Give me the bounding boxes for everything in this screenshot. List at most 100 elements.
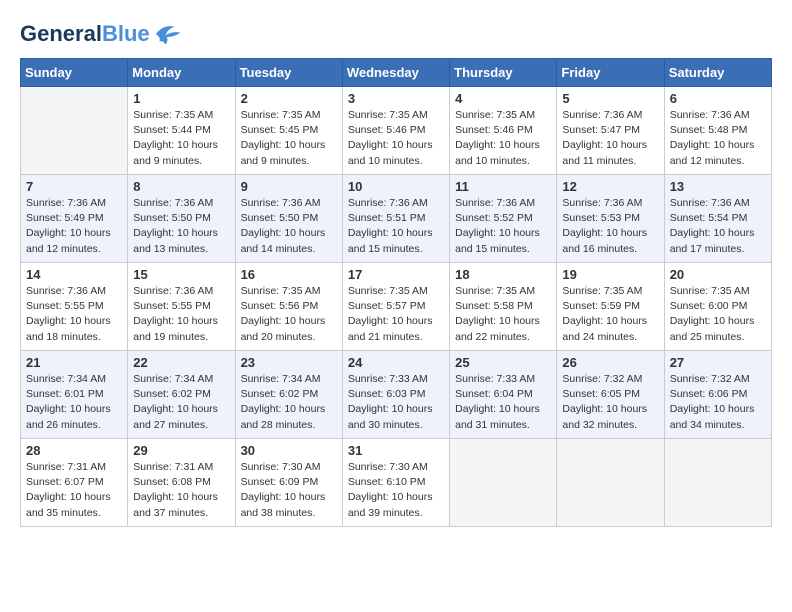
day-info: Sunrise: 7:36 AMSunset: 5:51 PMDaylight:…: [348, 196, 444, 257]
day-number: 28: [26, 443, 122, 458]
calendar-cell: 30Sunrise: 7:30 AMSunset: 6:09 PMDayligh…: [235, 439, 342, 527]
day-info: Sunrise: 7:30 AMSunset: 6:10 PMDaylight:…: [348, 460, 444, 521]
calendar-header: SundayMondayTuesdayWednesdayThursdayFrid…: [21, 59, 772, 87]
calendar-cell: 16 Sunrise: 7:35 AMSunset: 5:56 PMDayligh…: [235, 263, 342, 351]
logo-icon: [152, 20, 182, 48]
day-number: 18: [455, 267, 551, 282]
day-number: 15: [133, 267, 229, 282]
weekday-header: Wednesday: [342, 59, 449, 87]
weekday-header: Sunday: [21, 59, 128, 87]
calendar-cell: 22Sunrise: 7:34 AMSunset: 6:02 PMDayligh…: [128, 351, 235, 439]
day-info: Sunrise: 7:34 AMSunset: 6:02 PMDaylight:…: [241, 372, 337, 433]
day-number: 2: [241, 91, 337, 106]
calendar-week-row: 14 Sunrise: 7:36 AMSunset: 5:55 PMDayligh…: [21, 263, 772, 351]
weekday-header: Thursday: [450, 59, 557, 87]
calendar-cell: 2 Sunrise: 7:35 AMSunset: 5:45 PMDaylight…: [235, 87, 342, 175]
calendar-week-row: 21 Sunrise: 7:34 AMSunset: 6:01 PMDayligh…: [21, 351, 772, 439]
day-info: Sunrise: 7:36 AMSunset: 5:53 PMDaylight:…: [562, 196, 658, 257]
day-number: 24: [348, 355, 444, 370]
day-number: 12: [562, 179, 658, 194]
day-number: 9: [241, 179, 337, 194]
calendar-cell: 9 Sunrise: 7:36 AMSunset: 5:50 PMDaylight…: [235, 175, 342, 263]
day-info: Sunrise: 7:36 AMSunset: 5:55 PMDaylight:…: [26, 284, 122, 345]
calendar-cell: 24 Sunrise: 7:33 AMSunset: 6:03 PMDayligh…: [342, 351, 449, 439]
calendar-cell: 14 Sunrise: 7:36 AMSunset: 5:55 PMDayligh…: [21, 263, 128, 351]
day-number: 5: [562, 91, 658, 106]
day-number: 21: [26, 355, 122, 370]
day-info: Sunrise: 7:33 AMSunset: 6:04 PMDaylight:…: [455, 372, 551, 433]
calendar-cell: 21 Sunrise: 7:34 AMSunset: 6:01 PMDayligh…: [21, 351, 128, 439]
day-number: 16: [241, 267, 337, 282]
day-info: Sunrise: 7:36 AMSunset: 5:47 PMDaylight:…: [562, 108, 658, 169]
day-number: 27: [670, 355, 766, 370]
day-number: 17: [348, 267, 444, 282]
calendar-cell: 5 Sunrise: 7:36 AMSunset: 5:47 PMDaylight…: [557, 87, 664, 175]
day-info: Sunrise: 7:32 AMSunset: 6:06 PMDaylight:…: [670, 372, 766, 433]
logo-text: GeneralBlue: [20, 22, 150, 46]
calendar-cell: 7 Sunrise: 7:36 AMSunset: 5:49 PMDaylight…: [21, 175, 128, 263]
day-info: Sunrise: 7:36 AMSunset: 5:55 PMDaylight:…: [133, 284, 229, 345]
calendar-cell: [21, 87, 128, 175]
calendar-cell: 13Sunrise: 7:36 AMSunset: 5:54 PMDayligh…: [664, 175, 771, 263]
calendar-cell: 28Sunrise: 7:31 AMSunset: 6:07 PMDayligh…: [21, 439, 128, 527]
page-header: GeneralBlue: [20, 20, 772, 48]
day-info: Sunrise: 7:32 AMSunset: 6:05 PMDaylight:…: [562, 372, 658, 433]
calendar-cell: 10 Sunrise: 7:36 AMSunset: 5:51 PMDayligh…: [342, 175, 449, 263]
day-info: Sunrise: 7:35 AMSunset: 5:46 PMDaylight:…: [348, 108, 444, 169]
day-number: 26: [562, 355, 658, 370]
day-info: Sunrise: 7:35 AMSunset: 5:46 PMDaylight:…: [455, 108, 551, 169]
calendar-week-row: 28Sunrise: 7:31 AMSunset: 6:07 PMDayligh…: [21, 439, 772, 527]
weekday-header: Friday: [557, 59, 664, 87]
calendar-cell: 3Sunrise: 7:35 AMSunset: 5:46 PMDaylight…: [342, 87, 449, 175]
calendar-table: SundayMondayTuesdayWednesdayThursdayFrid…: [20, 58, 772, 527]
calendar-cell: 11 Sunrise: 7:36 AMSunset: 5:52 PMDayligh…: [450, 175, 557, 263]
calendar-cell: 31Sunrise: 7:30 AMSunset: 6:10 PMDayligh…: [342, 439, 449, 527]
calendar-cell: 8Sunrise: 7:36 AMSunset: 5:50 PMDaylight…: [128, 175, 235, 263]
day-number: 10: [348, 179, 444, 194]
calendar-cell: 23 Sunrise: 7:34 AMSunset: 6:02 PMDayligh…: [235, 351, 342, 439]
day-number: 29: [133, 443, 229, 458]
calendar-cell: 19 Sunrise: 7:35 AMSunset: 5:59 PMDayligh…: [557, 263, 664, 351]
day-info: Sunrise: 7:35 AMSunset: 5:59 PMDaylight:…: [562, 284, 658, 345]
day-info: Sunrise: 7:36 AMSunset: 5:52 PMDaylight:…: [455, 196, 551, 257]
calendar-cell: 12 Sunrise: 7:36 AMSunset: 5:53 PMDayligh…: [557, 175, 664, 263]
calendar-cell: [450, 439, 557, 527]
calendar-cell: 17 Sunrise: 7:35 AMSunset: 5:57 PMDayligh…: [342, 263, 449, 351]
day-number: 14: [26, 267, 122, 282]
calendar-cell: 18Sunrise: 7:35 AMSunset: 5:58 PMDayligh…: [450, 263, 557, 351]
logo: GeneralBlue: [20, 20, 182, 48]
day-info: Sunrise: 7:31 AMSunset: 6:08 PMDaylight:…: [133, 460, 229, 521]
day-number: 1: [133, 91, 229, 106]
day-number: 30: [241, 443, 337, 458]
calendar-cell: 20 Sunrise: 7:35 AMSunset: 6:00 PMDayligh…: [664, 263, 771, 351]
day-info: Sunrise: 7:35 AMSunset: 5:45 PMDaylight:…: [241, 108, 337, 169]
calendar-week-row: 7 Sunrise: 7:36 AMSunset: 5:49 PMDaylight…: [21, 175, 772, 263]
calendar-cell: 25Sunrise: 7:33 AMSunset: 6:04 PMDayligh…: [450, 351, 557, 439]
day-info: Sunrise: 7:35 AMSunset: 5:56 PMDaylight:…: [241, 284, 337, 345]
day-number: 6: [670, 91, 766, 106]
day-info: Sunrise: 7:33 AMSunset: 6:03 PMDaylight:…: [348, 372, 444, 433]
day-number: 20: [670, 267, 766, 282]
day-info: Sunrise: 7:36 AMSunset: 5:49 PMDaylight:…: [26, 196, 122, 257]
calendar-cell: 15 Sunrise: 7:36 AMSunset: 5:55 PMDayligh…: [128, 263, 235, 351]
calendar-cell: [664, 439, 771, 527]
day-info: Sunrise: 7:35 AMSunset: 6:00 PMDaylight:…: [670, 284, 766, 345]
calendar-cell: [557, 439, 664, 527]
day-info: Sunrise: 7:34 AMSunset: 6:01 PMDaylight:…: [26, 372, 122, 433]
day-info: Sunrise: 7:36 AMSunset: 5:50 PMDaylight:…: [133, 196, 229, 257]
day-number: 19: [562, 267, 658, 282]
day-number: 7: [26, 179, 122, 194]
weekday-header: Monday: [128, 59, 235, 87]
day-number: 13: [670, 179, 766, 194]
day-info: Sunrise: 7:35 AMSunset: 5:57 PMDaylight:…: [348, 284, 444, 345]
day-number: 11: [455, 179, 551, 194]
calendar-cell: 27 Sunrise: 7:32 AMSunset: 6:06 PMDayligh…: [664, 351, 771, 439]
day-info: Sunrise: 7:36 AMSunset: 5:50 PMDaylight:…: [241, 196, 337, 257]
calendar-cell: 29 Sunrise: 7:31 AMSunset: 6:08 PMDayligh…: [128, 439, 235, 527]
calendar-cell: 1 Sunrise: 7:35 AMSunset: 5:44 PMDaylight…: [128, 87, 235, 175]
day-number: 4: [455, 91, 551, 106]
day-number: 22: [133, 355, 229, 370]
day-info: Sunrise: 7:35 AMSunset: 5:44 PMDaylight:…: [133, 108, 229, 169]
day-number: 23: [241, 355, 337, 370]
weekday-header: Saturday: [664, 59, 771, 87]
